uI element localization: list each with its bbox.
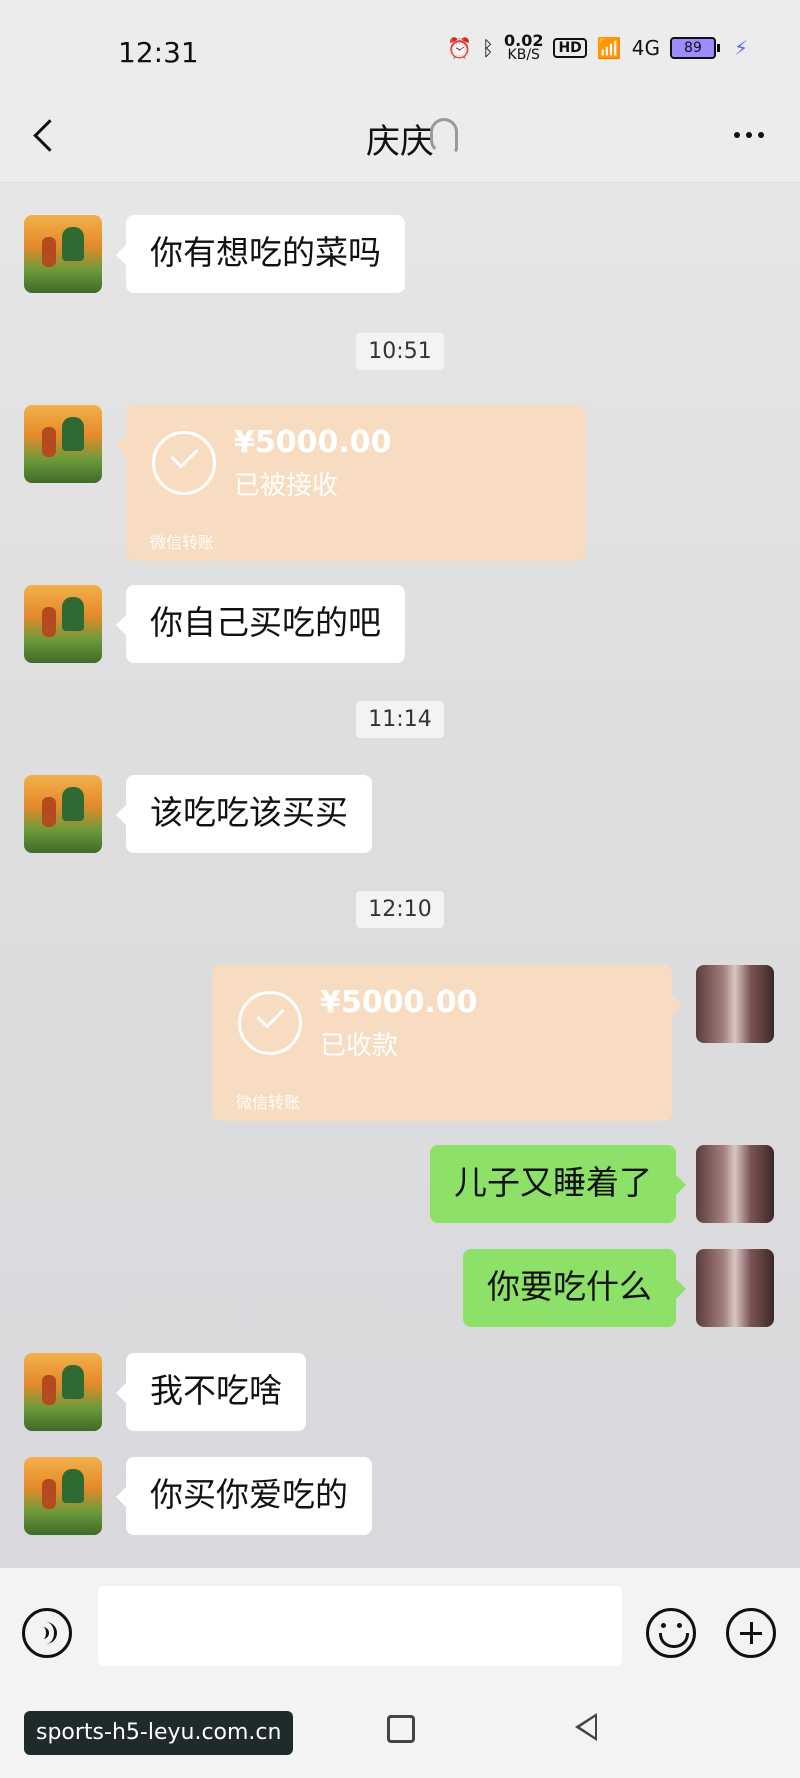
chat-title: 庆庆 xyxy=(366,122,434,162)
timestamp: 10:51 xyxy=(0,333,800,370)
back-triangle-icon[interactable] xyxy=(575,1713,597,1741)
message-bubble[interactable]: 你买你爱吃的 xyxy=(116,1457,372,1535)
contact-avatar[interactable] xyxy=(24,1353,102,1431)
transfer-footer: 微信转账 xyxy=(150,533,215,552)
net-speed: 0.02 KB/S xyxy=(503,31,544,63)
battery-tip xyxy=(716,44,720,52)
contact-avatar[interactable] xyxy=(24,585,102,663)
battery-level: 89 xyxy=(669,37,716,59)
message-input[interactable] xyxy=(98,1586,622,1666)
timestamp: 12:10 xyxy=(0,891,800,928)
contact-avatar[interactable] xyxy=(24,1457,102,1535)
status-time: 12:31 xyxy=(118,36,199,69)
contact-avatar[interactable] xyxy=(24,775,102,853)
timestamp: 11:14 xyxy=(0,701,800,738)
user-avatar[interactable] xyxy=(696,1249,774,1327)
chat-header: 庆庆 xyxy=(0,100,800,183)
watermark: sports-h5-leyu.com.cn xyxy=(24,1711,294,1755)
net-speed-value: 0.02 xyxy=(503,31,544,50)
message-bubble[interactable]: 儿子又睡着了 xyxy=(430,1145,686,1223)
more-icon[interactable] xyxy=(734,132,764,138)
transfer-card[interactable]: ¥5000.00 已收款 微信转账 xyxy=(212,965,682,1121)
check-icon xyxy=(152,431,216,495)
hd-badge: HD xyxy=(553,38,587,58)
alarm-icon: ⏰ xyxy=(447,36,472,60)
user-avatar[interactable] xyxy=(696,1145,774,1223)
battery-icon: 89 xyxy=(669,37,720,59)
timestamp-text: 10:51 xyxy=(356,333,444,370)
emoji-icon[interactable] xyxy=(646,1608,696,1658)
message-list[interactable]: 你有想吃的菜吗 10:51 ¥5000.00 已被接收 微信转账 你自己买吃的吧… xyxy=(0,183,800,1567)
message-bubble[interactable]: 你有想吃的菜吗 xyxy=(116,215,405,293)
wifi-icon: 📶 xyxy=(596,36,622,60)
plus-icon[interactable] xyxy=(726,1608,776,1658)
bluetooth-icon: ᛒ xyxy=(481,36,494,60)
transfer-status: 已被接收 xyxy=(234,471,339,501)
status-icons: ⏰ ᛒ 0.02 KB/S HD 📶 4G 89 ⚡ xyxy=(447,31,748,63)
transfer-amount: ¥5000.00 xyxy=(234,425,392,460)
message-bubble[interactable]: 我不吃啥 xyxy=(116,1353,306,1431)
network-type: 4G xyxy=(631,36,660,60)
transfer-card[interactable]: ¥5000.00 已被接收 微信转账 xyxy=(116,405,586,561)
home-icon[interactable] xyxy=(387,1715,415,1743)
input-bar xyxy=(0,1567,800,1688)
message-bubble[interactable]: 你要吃什么 xyxy=(463,1249,686,1327)
charging-icon: ⚡ xyxy=(733,36,748,60)
transfer-amount: ¥5000.00 xyxy=(320,985,478,1020)
ear-icon xyxy=(430,118,458,154)
timestamp-text: 12:10 xyxy=(356,891,444,928)
user-avatar[interactable] xyxy=(696,965,774,1043)
contact-avatar[interactable] xyxy=(24,215,102,293)
message-bubble[interactable]: 该吃吃该买买 xyxy=(116,775,372,853)
status-bar: 12:31 ⏰ ᛒ 0.02 KB/S HD 📶 4G 89 ⚡ xyxy=(0,0,800,100)
transfer-status: 已收款 xyxy=(320,1031,399,1061)
voice-icon[interactable] xyxy=(22,1608,72,1658)
transfer-footer: 微信转账 xyxy=(236,1093,301,1112)
timestamp-text: 11:14 xyxy=(356,701,444,738)
contact-avatar[interactable] xyxy=(24,405,102,483)
check-icon xyxy=(238,991,302,1055)
message-bubble[interactable]: 你自己买吃的吧 xyxy=(116,585,405,663)
net-speed-unit: KB/S xyxy=(507,47,540,63)
